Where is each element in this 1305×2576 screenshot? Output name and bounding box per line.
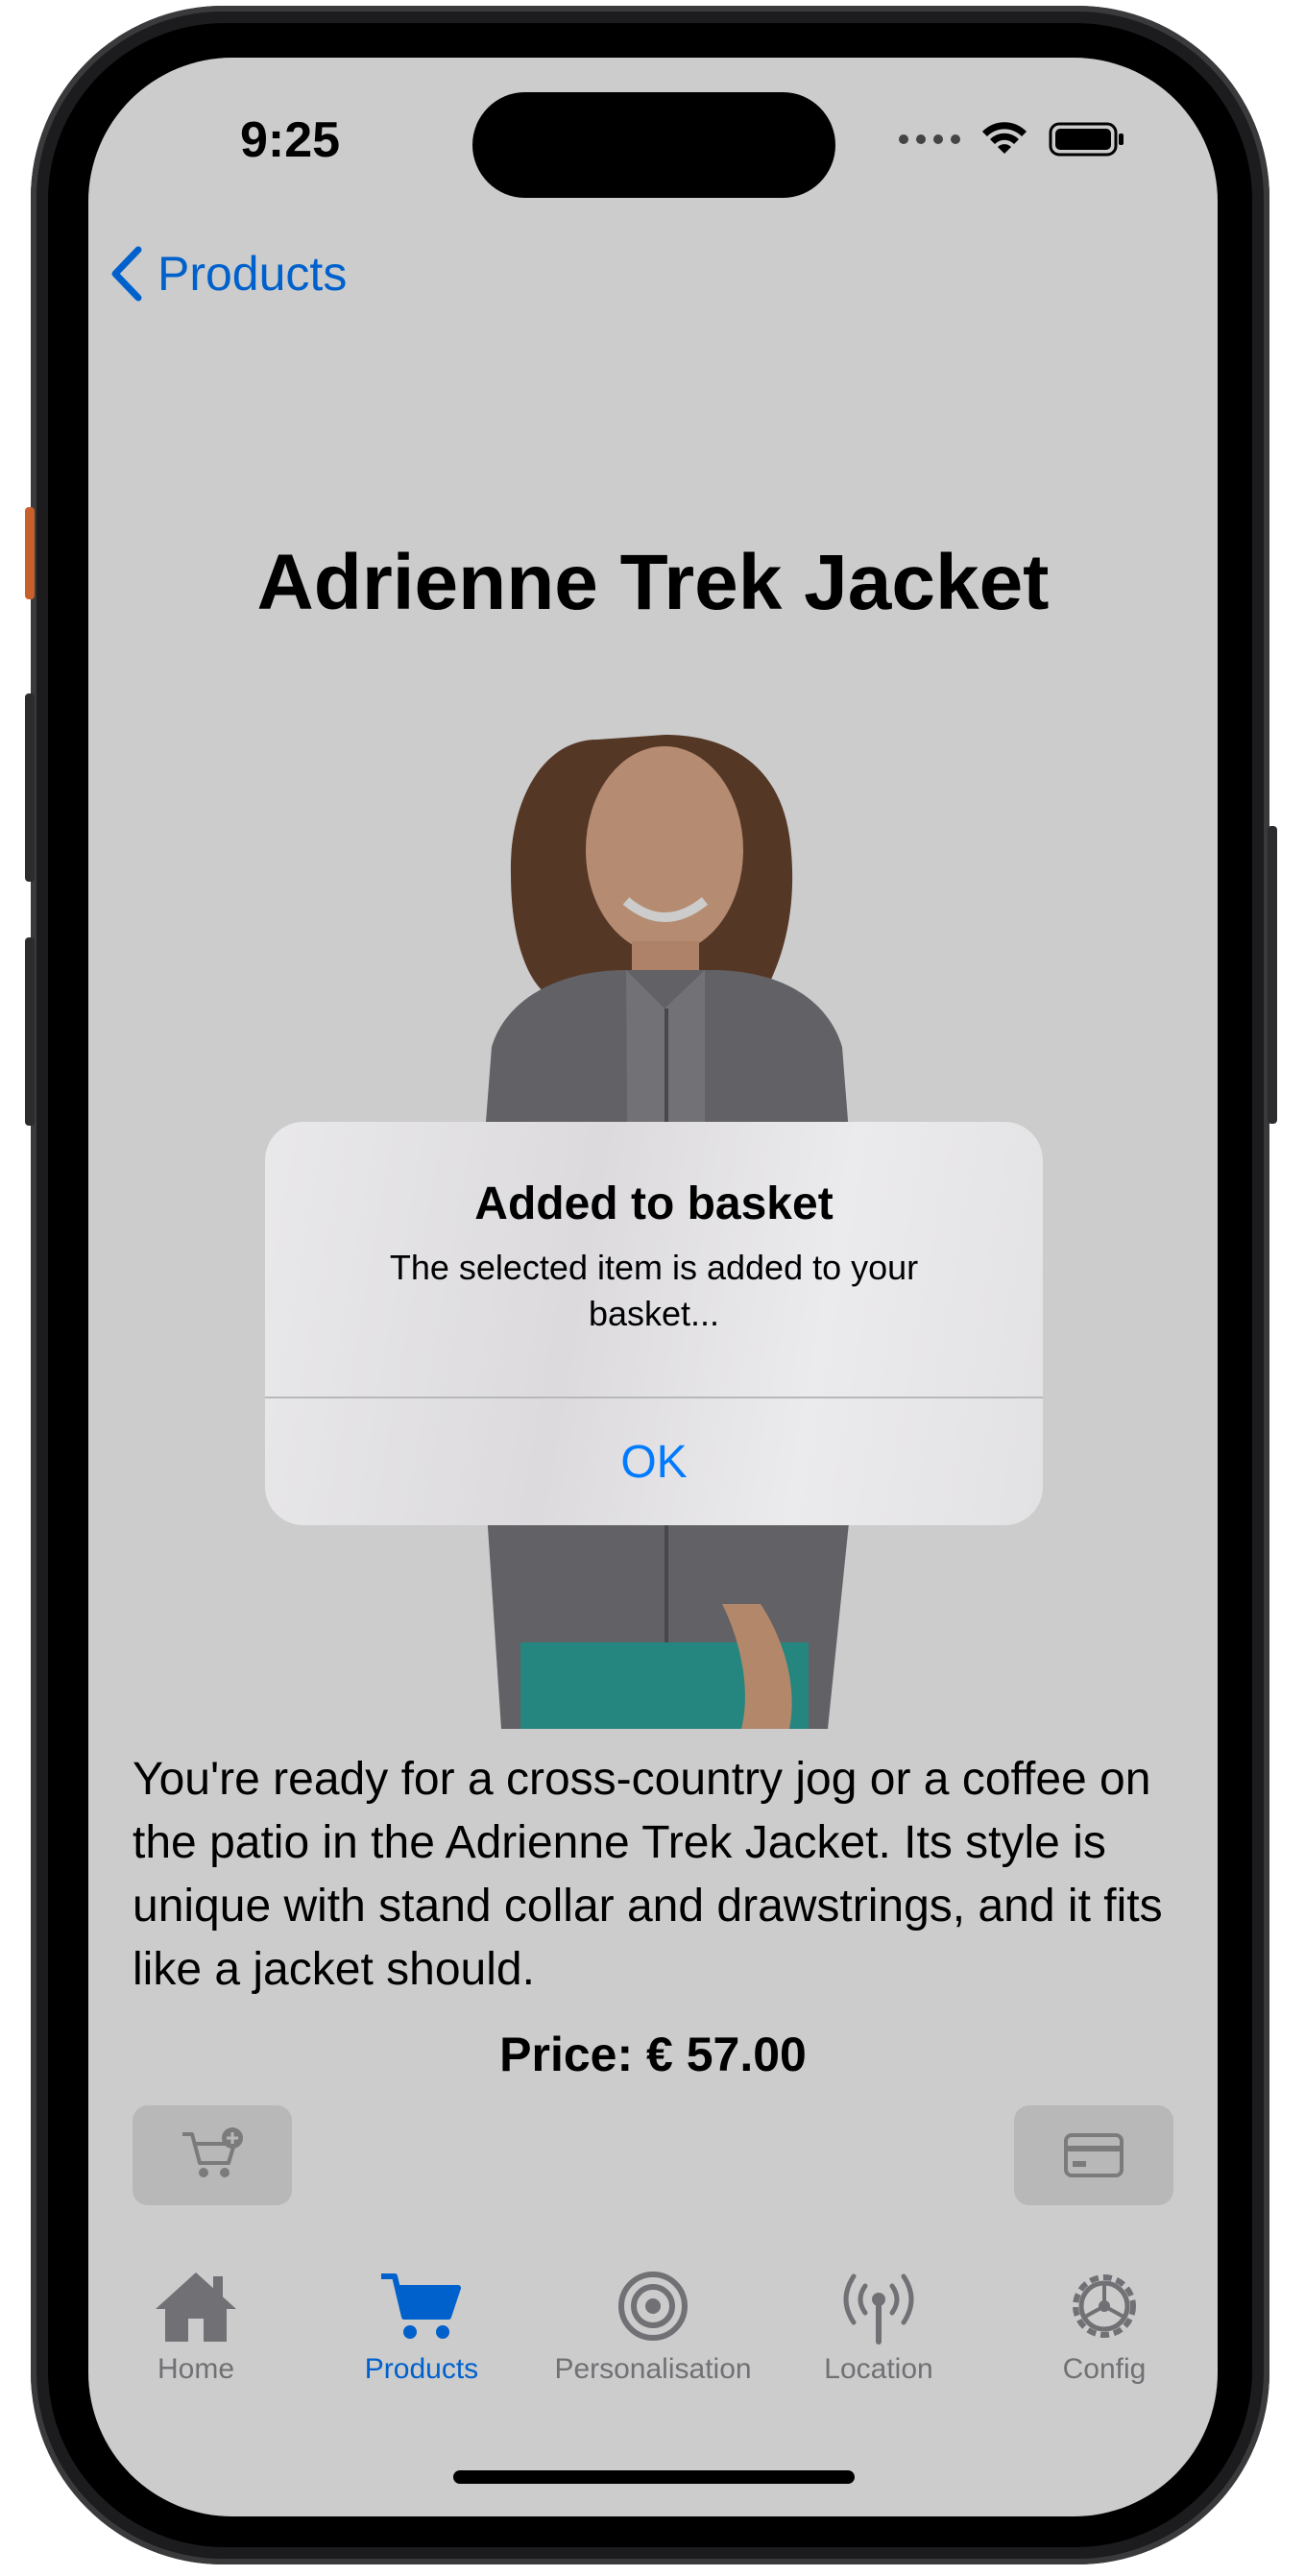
alert-title: Added to basket: [474, 1179, 834, 1229]
alert-ok-button[interactable]: OK: [265, 1398, 1043, 1525]
volume-up-button: [25, 693, 35, 882]
power-button: [1268, 826, 1277, 1124]
mute-switch: [25, 507, 35, 599]
volume-down-button: [25, 937, 35, 1126]
app-screen: 9:25 Products Adrienne Trek Jacket You'r…: [88, 58, 1218, 2516]
home-indicator[interactable]: [453, 2470, 855, 2484]
alert-dialog: Added to basket The selected item is add…: [265, 1122, 1043, 1525]
alert-message: The selected item is added to your baske…: [389, 1248, 919, 1333]
